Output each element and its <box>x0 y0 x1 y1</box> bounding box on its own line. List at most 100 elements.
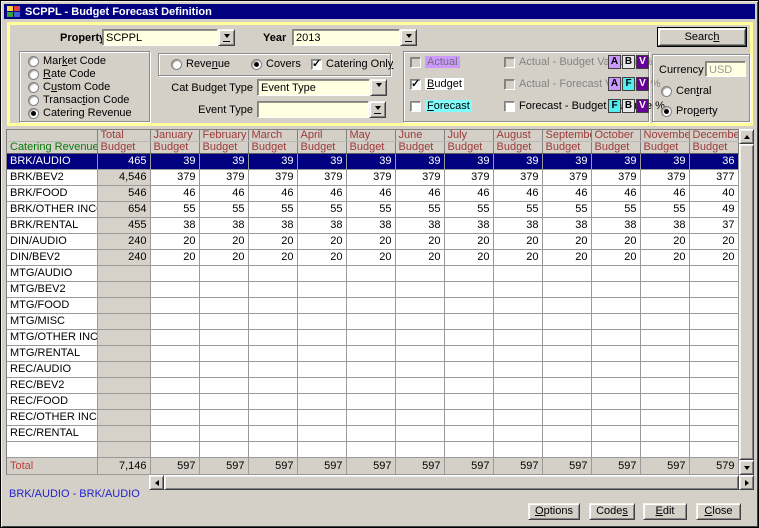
cell[interactable] <box>199 442 248 458</box>
cell[interactable]: 20 <box>248 234 297 250</box>
cell[interactable] <box>395 282 444 298</box>
cell[interactable]: 46 <box>248 186 297 202</box>
column-header[interactable]: January <box>150 130 199 142</box>
table-row[interactable]: BRK/BEV24,546379379379379379379379379379… <box>7 170 738 186</box>
cell[interactable]: 38 <box>640 218 689 234</box>
cell[interactable]: 20 <box>199 234 248 250</box>
cell[interactable]: 39 <box>542 154 591 170</box>
cell[interactable] <box>199 282 248 298</box>
row-label[interactable]: REC/FOOD <box>7 394 97 410</box>
cell[interactable] <box>150 298 199 314</box>
cell[interactable] <box>199 378 248 394</box>
cell[interactable]: 4,546 <box>97 170 150 186</box>
checkbox-budget[interactable]: Budget <box>410 78 464 90</box>
column-header[interactable]: July <box>444 130 493 142</box>
row-label[interactable]: BRK/AUDIO <box>7 154 97 170</box>
cell[interactable] <box>97 266 150 282</box>
cell[interactable]: 39 <box>297 154 346 170</box>
cell[interactable]: 38 <box>346 218 395 234</box>
cell[interactable] <box>591 410 640 426</box>
row-label[interactable] <box>7 442 97 458</box>
cell[interactable] <box>640 410 689 426</box>
cell[interactable]: 240 <box>97 250 150 266</box>
cell[interactable] <box>297 442 346 458</box>
scroll-left-button[interactable] <box>149 475 164 490</box>
cell[interactable]: 55 <box>199 202 248 218</box>
cell[interactable] <box>199 266 248 282</box>
cell[interactable] <box>346 330 395 346</box>
cell[interactable]: 546 <box>97 186 150 202</box>
cell[interactable] <box>640 282 689 298</box>
cell[interactable]: 379 <box>493 170 542 186</box>
table-row[interactable]: MTG/AUDIO <box>7 266 738 282</box>
cell[interactable] <box>395 394 444 410</box>
cell[interactable] <box>444 314 493 330</box>
cell[interactable]: 37 <box>689 218 738 234</box>
cell[interactable] <box>346 442 395 458</box>
table-row[interactable]: DIN/BEV2240202020202020202020202020 <box>7 250 738 266</box>
cell[interactable]: 379 <box>248 170 297 186</box>
cell[interactable] <box>395 314 444 330</box>
cell[interactable]: 20 <box>199 250 248 266</box>
cell[interactable]: 379 <box>346 170 395 186</box>
codes-button[interactable]: Codes <box>589 503 635 520</box>
cell[interactable] <box>444 346 493 362</box>
cell[interactable] <box>297 314 346 330</box>
scroll-down-button[interactable] <box>739 460 754 475</box>
cell[interactable] <box>689 378 738 394</box>
cell[interactable] <box>640 426 689 442</box>
cell[interactable] <box>444 442 493 458</box>
cell[interactable] <box>689 282 738 298</box>
cell[interactable]: 20 <box>689 234 738 250</box>
cell[interactable] <box>97 314 150 330</box>
cell[interactable]: 39 <box>199 154 248 170</box>
cell[interactable] <box>689 314 738 330</box>
cell[interactable] <box>689 298 738 314</box>
cell[interactable] <box>248 378 297 394</box>
cell[interactable] <box>97 410 150 426</box>
table-row[interactable]: BRK/AUDIO465393939393939393939393936 <box>7 154 738 170</box>
cell[interactable]: 36 <box>689 154 738 170</box>
cell[interactable]: 20 <box>542 234 591 250</box>
radio-catering-revenue[interactable]: Catering Revenue <box>28 107 132 119</box>
cell[interactable]: 465 <box>97 154 150 170</box>
cell[interactable] <box>346 394 395 410</box>
cell[interactable]: 240 <box>97 234 150 250</box>
cell[interactable] <box>591 266 640 282</box>
cell[interactable] <box>493 442 542 458</box>
cell[interactable]: 379 <box>444 170 493 186</box>
column-header[interactable]: August <box>493 130 542 142</box>
cell[interactable] <box>395 346 444 362</box>
column-header[interactable]: December <box>689 130 738 142</box>
cell[interactable] <box>297 298 346 314</box>
column-header[interactable]: Total <box>97 130 150 142</box>
cell[interactable] <box>97 378 150 394</box>
cell[interactable] <box>150 442 199 458</box>
cell[interactable] <box>346 346 395 362</box>
cell[interactable] <box>97 394 150 410</box>
column-header[interactable]: May <box>346 130 395 142</box>
cell[interactable] <box>444 330 493 346</box>
cell[interactable] <box>493 346 542 362</box>
cell[interactable]: 38 <box>591 218 640 234</box>
cell[interactable]: 46 <box>150 186 199 202</box>
checkbox-catering-only[interactable]: Catering Only <box>311 58 393 70</box>
cell[interactable] <box>346 298 395 314</box>
cell[interactable] <box>395 362 444 378</box>
cell[interactable]: 38 <box>297 218 346 234</box>
cell[interactable] <box>640 394 689 410</box>
cell[interactable] <box>199 298 248 314</box>
cell[interactable] <box>689 426 738 442</box>
cell[interactable] <box>542 282 591 298</box>
cell[interactable] <box>591 394 640 410</box>
cell[interactable]: 379 <box>199 170 248 186</box>
year-lov-button[interactable] <box>400 29 417 46</box>
cell[interactable] <box>542 426 591 442</box>
cell[interactable]: 46 <box>542 186 591 202</box>
cell[interactable] <box>97 346 150 362</box>
cell[interactable] <box>199 410 248 426</box>
cell[interactable]: 46 <box>346 186 395 202</box>
cell[interactable]: 38 <box>395 218 444 234</box>
cell[interactable]: 39 <box>591 154 640 170</box>
cell[interactable] <box>248 282 297 298</box>
